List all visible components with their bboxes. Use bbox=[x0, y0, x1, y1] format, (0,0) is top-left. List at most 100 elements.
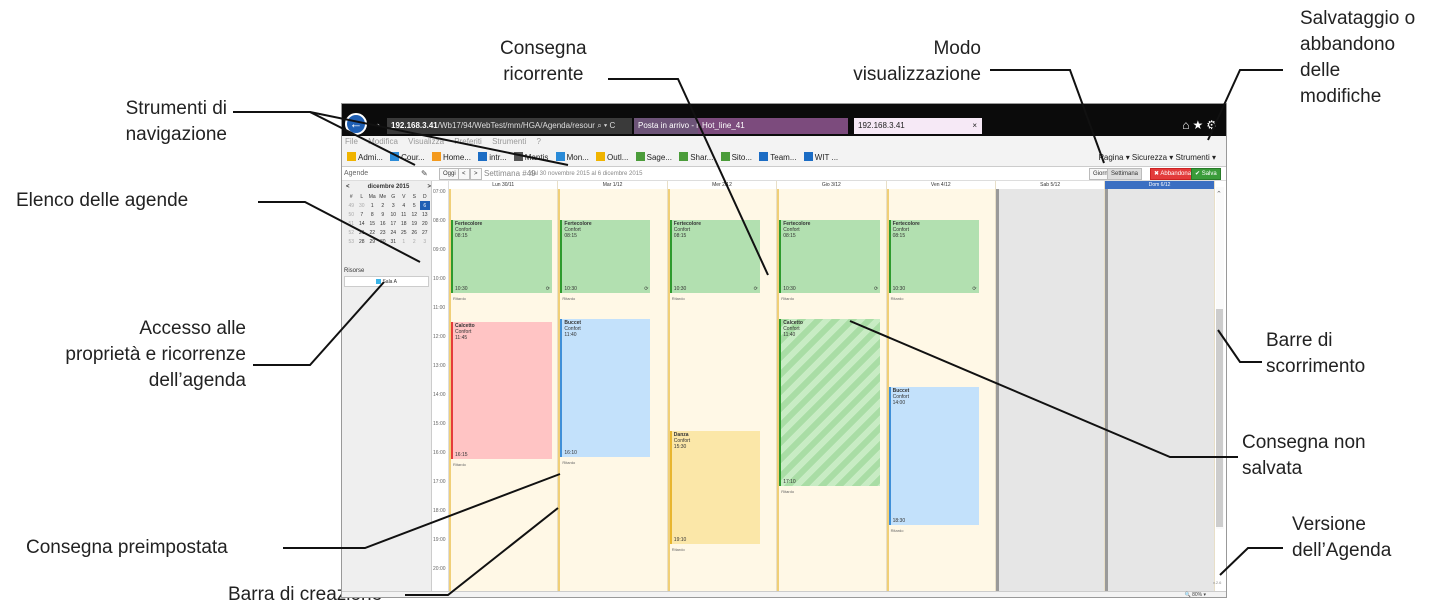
event-note: Ritardo bbox=[890, 295, 904, 301]
back-icon[interactable]: ← bbox=[345, 113, 367, 135]
save-button[interactable]: ✔ Salva bbox=[1191, 168, 1221, 180]
favorite-link[interactable]: intr... bbox=[478, 148, 507, 166]
day-column[interactable]: Mar 1/12 Fertecolore Confort 08:15 10:30 ⟳ Rit… bbox=[558, 181, 668, 591]
favorite-icon bbox=[679, 152, 689, 161]
day-separator bbox=[1105, 189, 1109, 591]
event-note: Ritardo bbox=[671, 295, 685, 301]
command-bar[interactable]: Pagina ▾ Sicurezza ▾ Strumenti ▾ bbox=[1099, 148, 1216, 166]
menu-favorites[interactable]: Preferiti bbox=[454, 137, 482, 146]
favorite-icon bbox=[759, 152, 769, 161]
event-recurring[interactable]: Fertecolore Confort 08:15 10:30 ⟳ bbox=[888, 220, 979, 293]
annotation-line: dell’Agenda bbox=[1292, 540, 1392, 561]
event-note: Ritardo bbox=[781, 295, 795, 301]
status-bar: 🔍 80% ▾ bbox=[342, 591, 1226, 598]
day-column[interactable]: Lun 30/11 Fertecolore Confort 08:15 10:30 ⟳ Ri… bbox=[449, 181, 559, 591]
favorite-link[interactable]: Mon... bbox=[555, 148, 589, 166]
annotation-line: Salvataggio o bbox=[1300, 8, 1416, 29]
tab-label: 192.168.3.41 bbox=[858, 121, 905, 130]
day-column[interactable]: Sab 5/12 bbox=[996, 181, 1106, 591]
mini-calendar: < dicembre 2015 > # L Ma Me G V S D 49 30 1 2 3 4 5 6 50… bbox=[346, 184, 431, 246]
cancel-button[interactable]: ✖ Abbandona bbox=[1150, 168, 1196, 180]
favorite-icon bbox=[390, 152, 400, 161]
annotation-save-cancel: Salvataggio o abbandono delle modifiche bbox=[1300, 6, 1415, 110]
address-bar[interactable]: 192.168.3.41/Wb17/94/WebTest/mm/HGA/Agen… bbox=[387, 118, 632, 134]
close-icon[interactable]: × bbox=[972, 118, 977, 134]
mini-week-row: 49 30 1 2 3 4 5 6 bbox=[346, 201, 430, 210]
tab-label: Hot_line_41 bbox=[702, 121, 745, 130]
favorite-link[interactable]: Shar... bbox=[679, 148, 713, 166]
event-note: Ritardo bbox=[781, 488, 795, 494]
day-separator bbox=[996, 189, 999, 591]
day-column[interactable]: Ven 4/12 Fertecolore Confort 08:15 10:30 ⟳ Rit… bbox=[886, 181, 996, 591]
menu-view[interactable]: Visualizza bbox=[408, 137, 444, 146]
event-end-time: 19:10 bbox=[673, 536, 687, 543]
event-end-time: 10:30 bbox=[673, 285, 687, 292]
favorite-link[interactable]: Sito... bbox=[720, 148, 752, 166]
event[interactable]: Buccet Confort 14:00 18:30 bbox=[888, 387, 979, 525]
favorite-link[interactable]: Home... bbox=[431, 148, 471, 166]
forward-icon[interactable]: → bbox=[370, 116, 382, 130]
mini-selected-day[interactable]: 6 bbox=[419, 201, 430, 210]
view-week-button[interactable]: Settimana bbox=[1107, 168, 1143, 180]
zoom-value: 80% bbox=[1192, 592, 1203, 598]
day-header: Lun 30/11 bbox=[449, 181, 558, 189]
resource-color-icon bbox=[376, 279, 382, 284]
day-column[interactable]: Gio 3/12 Fertecolore Confort 08:15 10:30 ⟳ Rit… bbox=[777, 181, 887, 591]
browser-tab[interactable]: Hot_line_41 bbox=[698, 118, 848, 134]
mini-prev-button[interactable]: < bbox=[346, 184, 350, 190]
mini-next-button[interactable]: > bbox=[427, 184, 431, 190]
day-column[interactable]: Mer 2/12 Fertecolore Confort 08:15 10:30 ⟳ Rit… bbox=[667, 181, 778, 591]
day-column[interactable]: Dom 6/12 bbox=[1105, 181, 1215, 591]
today-button[interactable]: Oggi bbox=[439, 168, 460, 180]
agenda-properties-icon[interactable]: ✎ bbox=[421, 167, 428, 181]
menu-file[interactable]: File bbox=[345, 137, 358, 146]
zoom-level[interactable]: 🔍 80% ▾ bbox=[1184, 592, 1206, 598]
resource-item[interactable]: Sala A bbox=[344, 276, 429, 287]
event-end-time: 10:30 bbox=[783, 285, 796, 292]
menu-edit[interactable]: Modifica bbox=[368, 137, 398, 146]
event-note: Ritardo bbox=[453, 462, 466, 468]
annotation-line: delle bbox=[1300, 60, 1341, 81]
scrollbar-thumb[interactable] bbox=[1216, 309, 1223, 527]
event-start-time: 08:15 bbox=[673, 233, 687, 240]
event-unsaved[interactable]: Calcetto Confort 11:40 17:10 bbox=[779, 319, 881, 486]
event-recurring[interactable]: Fertecolore Confort 08:15 10:30 ⟳ bbox=[560, 220, 651, 293]
browser-titlebar: ← → 192.168.3.41/Wb17/94/WebTest/mm/HGA/… bbox=[342, 104, 1226, 136]
week-grid[interactable]: 07:00 08:00 09:00 10:00 11:00 12:00 13:00 14:00… bbox=[432, 181, 1226, 597]
event-start-time: 11:40 bbox=[783, 332, 796, 339]
menu-bar: File Modifica Visualizza Preferiti Strum… bbox=[342, 136, 1226, 148]
annotation-view-mode: Modo visualizzazione bbox=[823, 36, 981, 88]
menu-tools[interactable]: Strumenti bbox=[492, 137, 526, 146]
prev-week-button[interactable]: < bbox=[458, 168, 470, 180]
day-header: Mer 2/12 bbox=[667, 181, 777, 189]
favorite-link[interactable]: Outl... bbox=[596, 148, 628, 166]
event[interactable]: Calcetto Confort 11:45 16:15 bbox=[451, 321, 552, 460]
favorite-link[interactable]: Cour... bbox=[390, 148, 425, 166]
hour-label: 10:00 bbox=[433, 276, 446, 282]
event-note: Ritardo bbox=[671, 546, 685, 552]
scroll-up-icon[interactable]: ⌃ bbox=[1216, 190, 1222, 198]
favorite-link[interactable]: Mantis bbox=[513, 148, 548, 166]
favorite-link[interactable]: WIT ... bbox=[803, 148, 838, 166]
event[interactable]: Buccet Confort 11:40 16:10 bbox=[560, 319, 651, 457]
event-recurring[interactable]: Fertecolore Confort 08:15 10:30 ⟳ bbox=[669, 220, 760, 293]
event-note: Ritardo bbox=[890, 527, 904, 533]
browser-toolbar-icons[interactable]: ⌂★⚙ bbox=[1182, 118, 1220, 132]
favorite-link[interactable]: Team... bbox=[759, 148, 797, 166]
hour-label: 16:00 bbox=[433, 450, 446, 456]
event-start-time: 08:15 bbox=[892, 233, 906, 240]
annotation-line: Modo bbox=[933, 38, 981, 59]
favorite-link[interactable]: Sage... bbox=[635, 148, 672, 166]
event-recurring[interactable]: Fertecolore Confort 08:15 10:30 ⟳ bbox=[779, 220, 881, 293]
agenda-toolbar: Agende ✎ Oggi < > Settimana #49 dal 30 n… bbox=[342, 167, 1226, 181]
recurrence-icon: ⟳ bbox=[753, 285, 758, 292]
event-note: Ritardo bbox=[562, 459, 576, 465]
hour-label: 15:00 bbox=[433, 421, 446, 427]
next-week-button[interactable]: > bbox=[470, 168, 482, 180]
favorite-link[interactable]: Admi... bbox=[347, 148, 383, 166]
event[interactable]: Danza Confort 15:30 19:10 bbox=[669, 430, 760, 544]
recurrence-icon: ⟳ bbox=[873, 285, 879, 292]
event-recurring[interactable]: Fertecolore Confort 08:15 10:30 ⟳ bbox=[451, 220, 552, 293]
menu-help[interactable]: ? bbox=[537, 137, 541, 146]
browser-tab-active[interactable]: 192.168.3.41 × bbox=[854, 118, 982, 134]
